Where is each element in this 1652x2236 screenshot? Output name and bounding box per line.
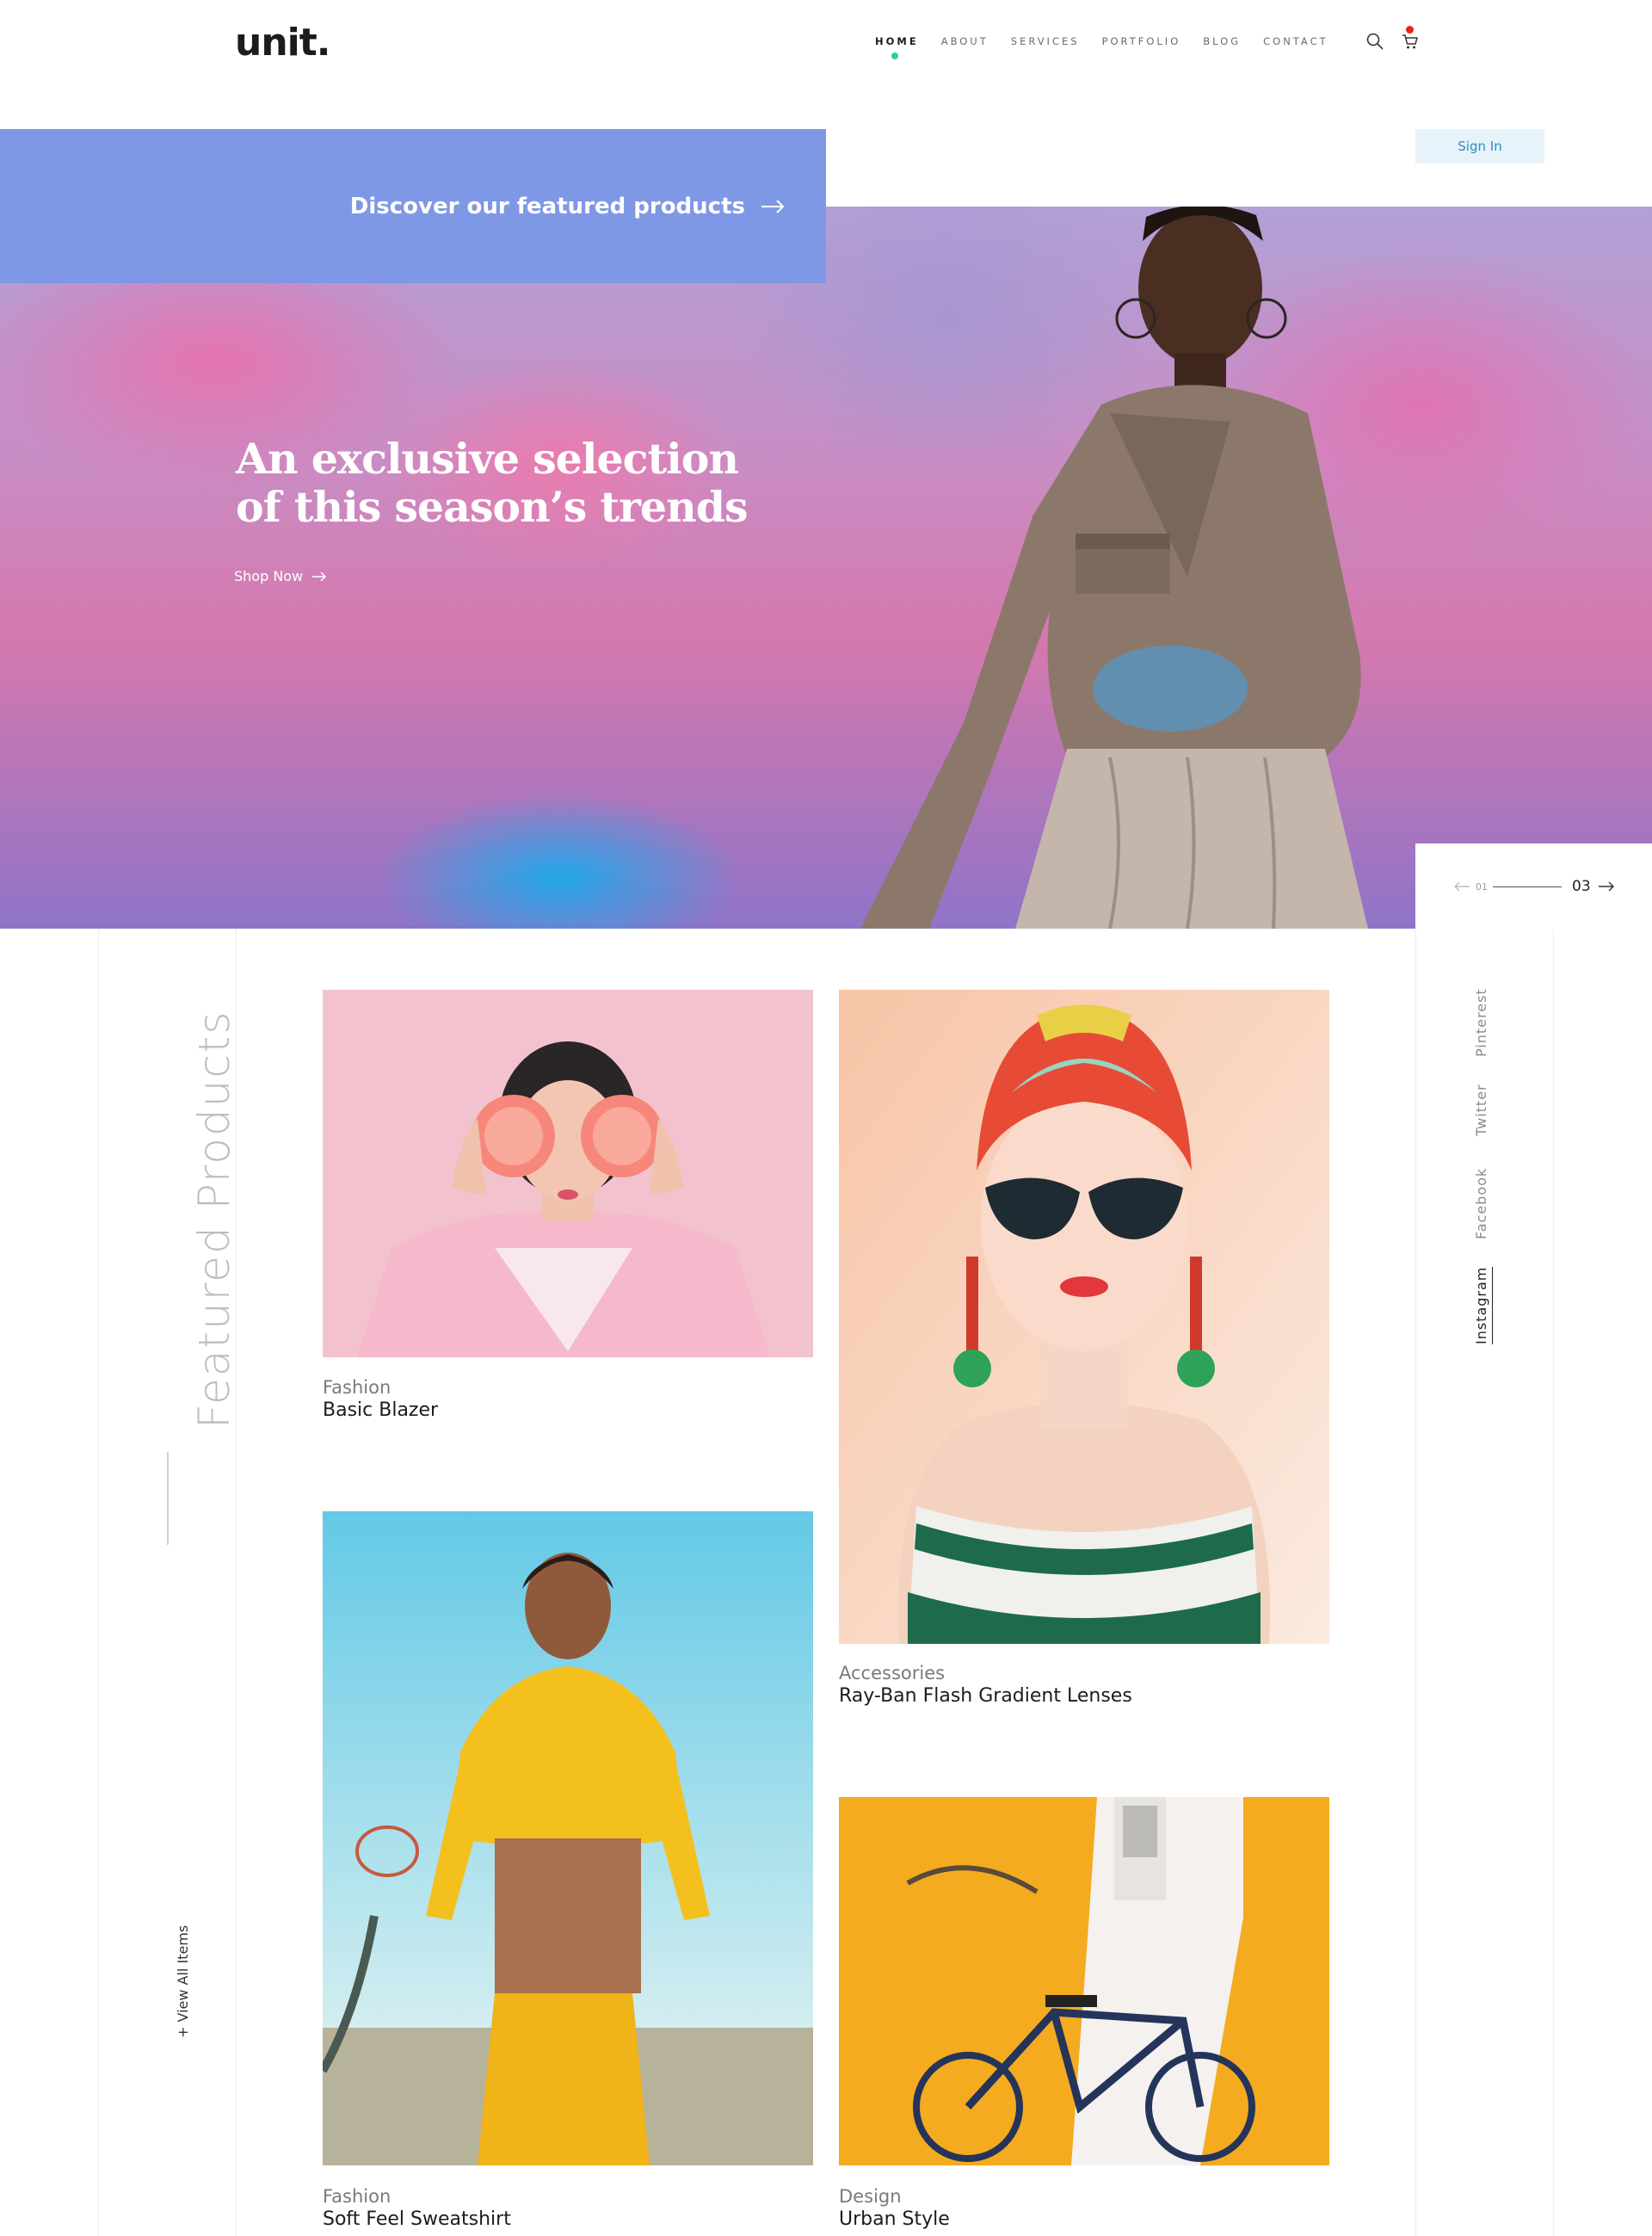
product-category: Fashion: [323, 1377, 391, 1398]
social-facebook[interactable]: Facebook: [1473, 1168, 1489, 1239]
product-card[interactable]: Accessories Ray-Ban Flash Gradient Lense…: [839, 990, 1329, 1713]
product-category: Fashion: [323, 2186, 391, 2207]
arrow-left-icon[interactable]: [1453, 881, 1470, 892]
nav-services[interactable]: SERVICES: [1011, 35, 1080, 47]
nav-blog[interactable]: BLOG: [1203, 35, 1241, 47]
hero-slider: An exclusive selection of this season’s …: [0, 207, 1652, 929]
product-name: Urban Style: [839, 2208, 950, 2230]
frame-line: [98, 930, 99, 2236]
cart-icon[interactable]: [1400, 31, 1421, 52]
product-name: Soft Feel Sweatshirt: [323, 2208, 511, 2230]
featured-banner-text: Discover our featured products: [349, 193, 745, 219]
slider-controls: 01 03: [1415, 843, 1652, 929]
slide-current: 01: [1476, 880, 1488, 893]
shop-now-link[interactable]: Shop Now: [234, 568, 327, 584]
shop-now-label: Shop Now: [234, 568, 304, 584]
hero-title-line1: An exclusive selection: [236, 434, 739, 484]
product-image: [323, 990, 813, 1357]
site-logo[interactable]: unit.: [235, 21, 330, 65]
slide-progress-line: [1493, 886, 1562, 887]
arrow-right-icon: [761, 199, 785, 213]
hero-model-image: [860, 207, 1368, 929]
nav-contact[interactable]: CONTACT: [1263, 35, 1328, 47]
nav-about[interactable]: ABOUT: [941, 35, 989, 47]
product-card[interactable]: Design Urban Style: [839, 1797, 1329, 2236]
featured-products-banner[interactable]: Discover our featured products: [0, 129, 826, 283]
frame-line: [1415, 930, 1416, 2236]
cart-badge: [1406, 26, 1414, 34]
product-image: [323, 1511, 813, 2165]
nav-portfolio[interactable]: PORTFOLIO: [1102, 35, 1181, 47]
arrow-right-icon[interactable]: [1598, 881, 1615, 892]
product-image: [839, 990, 1329, 1644]
main-nav: HOME ABOUT SERVICES PORTFOLIO BLOG CONTA…: [875, 35, 1351, 59]
nav-home[interactable]: HOME: [875, 35, 919, 59]
hero-title-line2: of this season’s trends: [236, 482, 749, 532]
featured-products-title: Featured Products: [189, 1010, 239, 1429]
social-instagram[interactable]: Instagram: [1473, 1266, 1493, 1344]
product-category: Design: [839, 2186, 902, 2207]
slide-total: 03: [1572, 878, 1591, 895]
product-image: [839, 1797, 1329, 2165]
frame-line: [1553, 930, 1554, 2236]
product-name: Basic Blazer: [323, 1399, 439, 1421]
product-card[interactable]: Fashion Soft Feel Sweatshirt: [323, 1511, 813, 2236]
hero-title: An exclusive selection of this season’s …: [236, 435, 786, 531]
search-icon[interactable]: [1365, 31, 1385, 52]
product-category: Accessories: [839, 1663, 946, 1683]
product-name: Ray-Ban Flash Gradient Lenses: [839, 1685, 1132, 1707]
social-pinterest[interactable]: Pinterest: [1473, 988, 1489, 1057]
social-twitter[interactable]: Twitter: [1473, 1084, 1489, 1136]
title-divider: [167, 1452, 169, 1545]
arrow-right-icon: [312, 571, 327, 582]
view-all-items-link[interactable]: + View All Items: [175, 1925, 191, 2038]
sign-in-button[interactable]: Sign In: [1415, 129, 1544, 164]
product-card[interactable]: Fashion Basic Blazer: [323, 990, 813, 1429]
